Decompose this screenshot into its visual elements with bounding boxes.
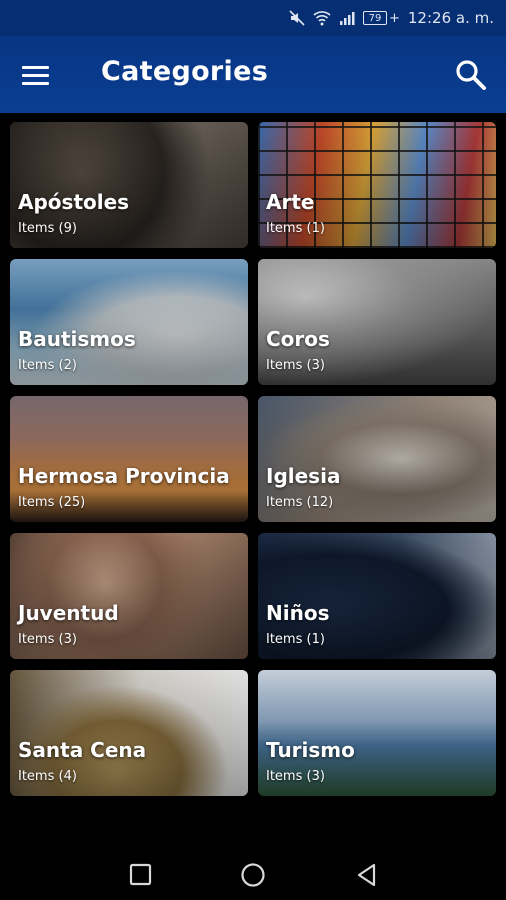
category-name: Apóstoles (18, 190, 130, 214)
category-card-coros[interactable]: Coros Items (3) (258, 259, 496, 385)
search-icon (456, 60, 486, 90)
category-count: Items (1) (266, 632, 325, 647)
category-card-juventud[interactable]: Juventud Items (3) (10, 533, 248, 659)
category-name: Coros (266, 327, 330, 351)
mute-icon (289, 10, 305, 26)
category-card-hermosa-provincia[interactable]: Hermosa Provincia Items (25) (10, 396, 248, 522)
category-card-iglesia[interactable]: Iglesia Items (12) (258, 396, 496, 522)
category-name: Juventud (18, 601, 119, 625)
category-count: Items (9) (18, 221, 77, 236)
category-count: Items (3) (18, 632, 77, 647)
navigation-bar (0, 850, 506, 900)
category-card-apostoles[interactable]: Apóstoles Items (9) (10, 122, 248, 248)
category-card-santa-cena[interactable]: Santa Cena Items (4) (10, 670, 248, 796)
menu-icon-line (22, 73, 49, 77)
category-card-arte[interactable]: Arte Items (1) (258, 122, 496, 248)
status-time: 12:26 a. m. (407, 9, 494, 27)
category-count: Items (1) (266, 221, 325, 236)
category-count: Items (4) (18, 769, 77, 784)
menu-button[interactable] (22, 60, 58, 90)
circle-icon (241, 863, 265, 887)
category-name: Niños (266, 601, 330, 625)
charging-icon: + (388, 10, 400, 26)
recents-button[interactable] (128, 862, 154, 888)
category-count: Items (2) (18, 358, 77, 373)
category-name: Santa Cena (18, 738, 147, 762)
category-name: Hermosa Provincia (18, 464, 230, 488)
back-button[interactable] (354, 862, 380, 888)
category-card-bautismos[interactable]: Bautismos Items (2) (10, 259, 248, 385)
signal-icon (339, 11, 355, 25)
battery-level: 79 (368, 12, 382, 24)
category-name: Bautismos (18, 327, 136, 351)
category-name: Arte (266, 190, 315, 214)
page-title: Categories (101, 56, 269, 87)
back-triangle-icon (357, 863, 376, 887)
category-card-ninos[interactable]: Niños Items (1) (258, 533, 496, 659)
battery-icon: 79 (362, 11, 387, 25)
home-button[interactable] (240, 862, 266, 888)
menu-icon-line (22, 81, 49, 85)
category-count: Items (3) (266, 358, 325, 373)
category-count: Items (25) (18, 495, 86, 510)
status-bar: 79 + 12:26 a. m. (0, 0, 506, 36)
search-button[interactable] (454, 58, 488, 92)
app-bar: Categories (0, 36, 506, 113)
category-name: Iglesia (266, 464, 341, 488)
category-count: Items (3) (266, 769, 325, 784)
categories-grid: Apóstoles Items (9) Arte Items (1) Bauti… (10, 122, 498, 796)
category-count: Items (12) (266, 495, 334, 510)
wifi-icon (313, 10, 331, 26)
menu-icon-line (22, 65, 49, 69)
category-name: Turismo (266, 738, 355, 762)
category-card-turismo[interactable]: Turismo Items (3) (258, 670, 496, 796)
square-icon (129, 863, 152, 886)
